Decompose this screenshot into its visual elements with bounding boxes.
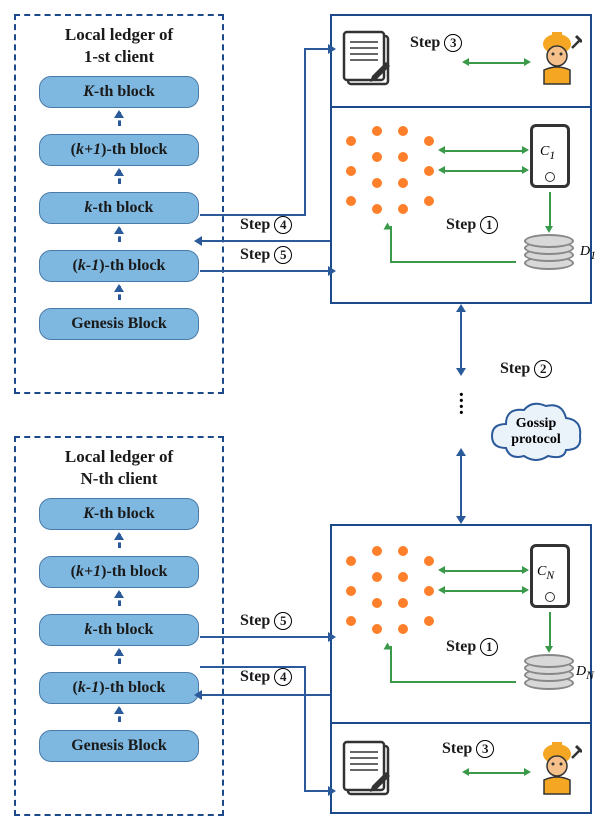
arrow-head-icon [328, 44, 336, 54]
ledger-1-block-K: K-th block [39, 76, 199, 108]
step-4-label-bot: Step 4 [240, 668, 292, 686]
step-5-label-bot: Step 5 [240, 612, 292, 630]
ledger-1-block-kp1: (k+1)-th block [39, 134, 199, 166]
ledger-n-title-suf: -th client [93, 469, 158, 488]
arrow-head-icon [328, 266, 336, 276]
ledger-n-block-genesis: Genesis Block [39, 730, 199, 762]
client-1-box: Step 3 C1 Step 1 D1 [330, 14, 592, 304]
client-1-C-label: C1 [540, 144, 555, 162]
arrow-head-icon [438, 166, 445, 174]
ledger-n-box: Local ledger of N-th client K-th block (… [14, 436, 224, 816]
arrow-head-icon [438, 146, 445, 154]
neural-net-icon [346, 126, 436, 216]
notepad-icon [342, 738, 400, 800]
arrow-step5-bot [200, 636, 330, 638]
client-n-box: CN Step 1 DN Step 3 [330, 524, 592, 814]
arrow-phone-db-1 [549, 192, 551, 226]
arrow-head-icon [384, 643, 392, 650]
arrow-gossip-bot [460, 454, 462, 518]
step-1-label-top: Step 1 [446, 216, 498, 234]
ledger-n-block-km1: (k-1)-th block [39, 672, 199, 704]
vdots-icon: ···· [458, 392, 465, 416]
miner-icon [532, 30, 582, 86]
arrow-kblock-notepad-nv [304, 666, 306, 790]
miner-icon [532, 740, 582, 796]
arrow-kblock-notepad-1h [200, 214, 304, 216]
arrow-head-icon [438, 586, 445, 594]
database-icon [524, 234, 574, 272]
arrow-head-icon [462, 768, 469, 776]
ledger-n-title-n: N [81, 469, 93, 488]
ledger-n-block-kp1: (k+1)-th block [39, 556, 199, 588]
arrow-head-icon [462, 58, 469, 66]
client-n-divider [332, 722, 590, 724]
arrow-nn-db-1v [390, 226, 392, 262]
step-1-label-bot: Step 1 [446, 638, 498, 656]
ledger-n-block-K: K-th block [39, 498, 199, 530]
arrow-nn-db-nh [390, 681, 516, 683]
step-4-label-top: Step 4 [240, 216, 292, 234]
arrow-head-icon [456, 448, 466, 456]
arrow-step3-top [468, 62, 524, 64]
ledger-1-block-k: k-th block [39, 192, 199, 224]
client-n-D-label: DN [576, 664, 594, 682]
client-n-C-label: CN [537, 564, 554, 582]
arrow-gossip-top [460, 310, 462, 370]
arrow-head-icon [545, 646, 553, 653]
arrow-kblock-notepad-1v [304, 48, 306, 216]
arrow-head-icon [522, 566, 529, 574]
arrow-step5-top [200, 270, 330, 272]
ledger-1-title: Local ledger of 1-st client [24, 24, 214, 68]
neural-net-icon [346, 546, 436, 636]
arrow-head-icon [522, 166, 529, 174]
cloud-text: Gossipprotocol [486, 416, 586, 448]
arrow-kblock-notepad-nh [200, 666, 304, 668]
arrow-head-icon [456, 516, 466, 524]
step-2-label: Step 2 [500, 360, 552, 378]
ledger-1-block-km1: (k-1)-th block [39, 250, 199, 282]
arrow-head-icon [328, 786, 336, 796]
arrow-nn-phone-nb [444, 590, 522, 592]
arrow-head-icon [456, 368, 466, 376]
arrow-step4-top [200, 240, 330, 242]
arrow-step3-bot [468, 772, 524, 774]
arrow-nn-phone-na [444, 570, 522, 572]
ledger-n-title-l1: Local ledger of [65, 447, 173, 466]
step-3-label-bot: Step 3 [442, 740, 494, 758]
arrow-head-icon [545, 226, 553, 233]
arrow-nn-db-nv [390, 646, 392, 682]
arrow-head-icon [328, 632, 336, 642]
arrow-head-icon [522, 586, 529, 594]
arrow-head-icon [194, 236, 202, 246]
ledger-1-title-l1: Local ledger of [65, 25, 173, 44]
step-5-label-top: Step 5 [240, 246, 292, 264]
ledger-n-title: Local ledger of N-th client [24, 446, 214, 490]
database-icon [524, 654, 574, 692]
arrow-head-icon [438, 566, 445, 574]
arrow-head-icon [524, 58, 531, 66]
ledger-1-title-suf: -st client [92, 47, 154, 66]
arrow-head-icon [456, 304, 466, 312]
client-1-divider [332, 106, 590, 108]
notepad-icon [342, 28, 400, 90]
ledger-1-box: Local ledger of 1-st client K-th block (… [14, 14, 224, 394]
arrow-head-icon [524, 768, 531, 776]
ledger-n-block-k: k-th block [39, 614, 199, 646]
arrow-head-icon [194, 690, 202, 700]
client-1-D-label: D1 [580, 244, 596, 262]
arrow-nn-db-1h [390, 261, 516, 263]
arrow-step4-bot [200, 694, 330, 696]
arrow-head-icon [384, 223, 392, 230]
step-3-label-top: Step 3 [410, 34, 462, 52]
arrow-nn-phone-1a [444, 150, 522, 152]
arrow-nn-phone-1b [444, 170, 522, 172]
arrow-head-icon [522, 146, 529, 154]
arrow-phone-db-n [549, 612, 551, 646]
ledger-1-block-genesis: Genesis Block [39, 308, 199, 340]
